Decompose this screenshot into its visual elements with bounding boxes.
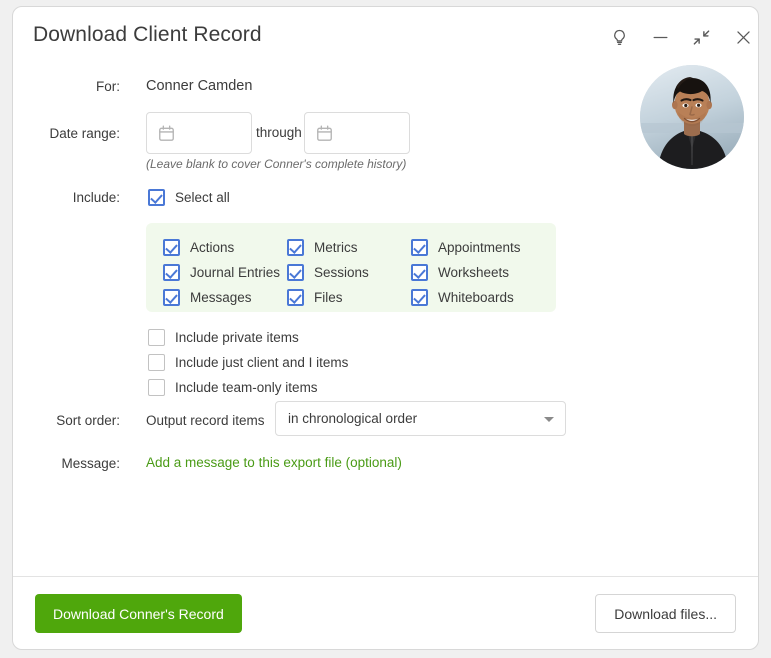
field-row-message: Message: Add a message to this export fi… — [13, 453, 758, 477]
chevron-down-icon — [544, 417, 554, 422]
minimize-icon[interactable] — [647, 24, 673, 50]
checkbox-box — [148, 379, 165, 396]
checkbox-box — [287, 264, 304, 281]
checkbox-box — [411, 289, 428, 306]
include-label: Include: — [72, 190, 120, 205]
checkbox-box — [411, 264, 428, 281]
checkbox-box — [148, 189, 165, 206]
checkbox-include-team-only-items[interactable]: Include team-only items — [148, 375, 348, 400]
calendar-icon — [315, 124, 334, 143]
checkbox-label: Actions — [190, 240, 235, 255]
include-items-panel: Actions Journal Entries Messages Metrics — [146, 223, 556, 312]
date-range-label: Date range: — [49, 126, 120, 141]
checkbox-box — [163, 264, 180, 281]
checkbox-box — [411, 239, 428, 256]
download-client-record-dialog: Download Client Record For: Conner Camde… — [12, 6, 759, 650]
add-message-link[interactable]: Add a message to this export file (optio… — [146, 455, 402, 470]
field-row-for: For: Conner Camden — [13, 75, 758, 99]
collapse-icon[interactable] — [688, 24, 714, 50]
dialog-title: Download Client Record — [33, 23, 262, 46]
sort-order-select[interactable]: in chronological order — [275, 401, 566, 436]
message-label: Message: — [61, 456, 120, 471]
checkbox-box — [287, 289, 304, 306]
include-extra-options: Include private items Include just clien… — [148, 325, 348, 400]
checkbox-worksheets[interactable]: Worksheets — [411, 260, 521, 285]
close-icon[interactable] — [730, 24, 756, 50]
checkbox-sessions[interactable]: Sessions — [287, 260, 369, 285]
client-name: Conner Camden — [146, 78, 253, 94]
include-items-column: Appointments Worksheets Whiteboards — [411, 235, 521, 310]
checkbox-appointments[interactable]: Appointments — [411, 235, 521, 260]
checkbox-box — [148, 354, 165, 371]
checkbox-box — [163, 239, 180, 256]
date-from-input[interactable] — [146, 112, 252, 154]
dialog-footer: Download Conner's Record Download files.… — [13, 576, 758, 649]
checkbox-include-private-items[interactable]: Include private items — [148, 325, 348, 350]
checkbox-label: Metrics — [314, 240, 358, 255]
checkbox-label: Include just client and I items — [175, 355, 349, 370]
date-range-note: (Leave blank to cover Conner's complete … — [146, 157, 407, 171]
field-row-date-range: Date range: through (Leave blank to cove… — [13, 112, 758, 174]
checkbox-whiteboards[interactable]: Whiteboards — [411, 285, 521, 310]
sort-order-label: Sort order: — [56, 413, 120, 428]
hint-icon[interactable] — [606, 24, 632, 50]
checkbox-box — [148, 329, 165, 346]
download-files-button[interactable]: Download files... — [595, 594, 736, 633]
checkbox-label: Worksheets — [438, 265, 510, 280]
checkbox-label: Whiteboards — [438, 290, 514, 305]
dialog-titlebar: Download Client Record — [13, 7, 758, 65]
select-all-checkbox[interactable]: Select all — [148, 189, 230, 206]
select-all-label: Select all — [175, 190, 230, 205]
field-row-include: Include: Select all — [13, 183, 758, 223]
date-range-separator: through — [256, 125, 302, 140]
checkbox-metrics[interactable]: Metrics — [287, 235, 369, 260]
sort-order-selected-value: in chronological order — [288, 411, 418, 426]
checkbox-actions[interactable]: Actions — [163, 235, 280, 260]
calendar-icon — [157, 124, 176, 143]
checkbox-label: Files — [314, 290, 343, 305]
checkbox-label: Include private items — [175, 330, 299, 345]
checkbox-messages[interactable]: Messages — [163, 285, 280, 310]
field-row-sort-order: Sort order: Output record items in chron… — [13, 401, 758, 445]
checkbox-label: Journal Entries — [190, 265, 281, 280]
include-items-column: Metrics Sessions Files — [287, 235, 369, 310]
checkbox-box — [287, 239, 304, 256]
checkbox-files[interactable]: Files — [287, 285, 369, 310]
download-record-button[interactable]: Download Conner's Record — [35, 594, 242, 633]
checkbox-label: Include team-only items — [175, 380, 318, 395]
screenshot-root: Download Client Record For: Conner Camde… — [0, 0, 771, 658]
checkbox-journal-entries[interactable]: Journal Entries — [163, 260, 280, 285]
checkbox-label: Sessions — [314, 265, 369, 280]
checkbox-include-client-and-i-items[interactable]: Include just client and I items — [148, 350, 348, 375]
checkbox-box — [163, 289, 180, 306]
include-items-column: Actions Journal Entries Messages — [163, 235, 280, 310]
sort-order-prefix: Output record items — [146, 413, 265, 428]
checkbox-label: Appointments — [438, 240, 521, 255]
checkbox-label: Messages — [190, 290, 252, 305]
date-to-input[interactable] — [304, 112, 410, 154]
for-label: For: — [95, 79, 120, 94]
